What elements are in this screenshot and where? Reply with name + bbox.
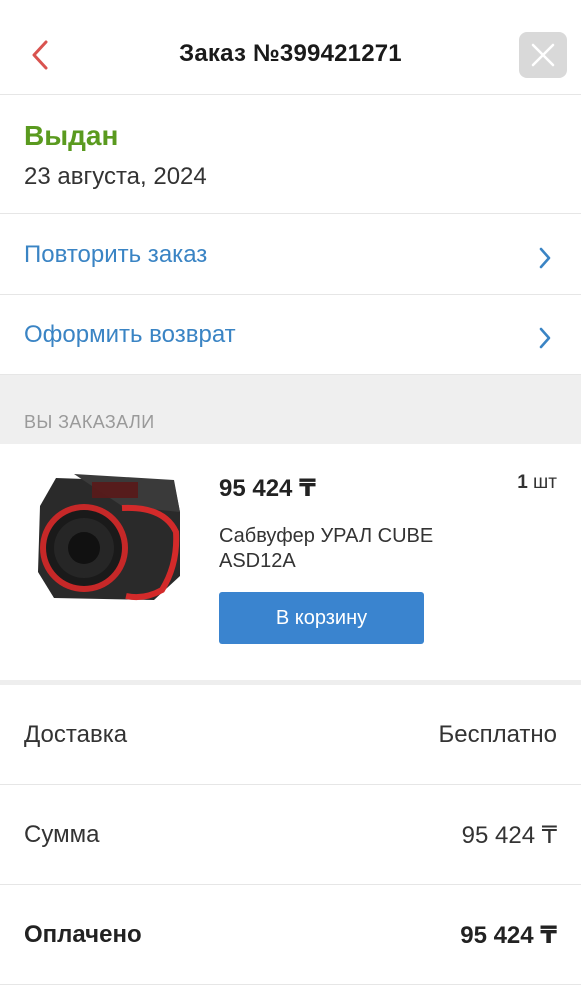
quantity-number: 1 (517, 472, 528, 493)
close-button[interactable] (519, 32, 567, 78)
product-name[interactable]: Сабвуфер УРАЛ CUBE ASD12A (219, 524, 479, 574)
section-caption: ВЫ ЗАКАЗАЛИ (24, 412, 155, 432)
top-bar: Заказ №399421271 (0, 0, 581, 95)
return-order-label: Оформить возврат (24, 321, 236, 348)
sum-row: Сумма 95 424 ₸ (0, 785, 581, 885)
status-date: 23 августа, 2024 (24, 163, 207, 190)
sum-label: Сумма (24, 821, 100, 848)
order-status: Выдан 23 августа, 2024 (0, 96, 581, 214)
page-title: Заказ №399421271 (179, 40, 402, 67)
chevron-right-icon (539, 247, 551, 269)
return-order-row[interactable]: Оформить возврат (0, 295, 581, 375)
subwoofer-image[interactable] (34, 472, 184, 604)
paid-value: 95 424 ₸ (460, 922, 557, 949)
product-card: 95 424 ₸ 1 шт Сабвуфер УРАЛ CUBE ASD12A … (0, 444, 581, 680)
repeat-order-label: Повторить заказ (24, 241, 208, 268)
ordered-section-header: ВЫ ЗАКАЗАЛИ (0, 375, 581, 444)
delivery-row: Доставка Бесплатно (0, 685, 581, 785)
delivery-label: Доставка (24, 721, 128, 748)
add-to-cart-button[interactable]: В корзину (219, 592, 424, 644)
product-quantity: 1 шт (517, 472, 557, 494)
chevron-right-icon (539, 327, 551, 349)
quantity-unit: шт (533, 472, 557, 493)
paid-label: Оплачено (24, 921, 142, 948)
sum-value: 95 424 ₸ (461, 822, 557, 849)
product-price: 95 424 ₸ (219, 475, 316, 502)
paid-row: Оплачено 95 424 ₸ (0, 885, 581, 985)
delivery-value: Бесплатно (438, 721, 557, 748)
status-label: Выдан (24, 120, 119, 151)
repeat-order-row[interactable]: Повторить заказ (0, 215, 581, 295)
close-icon (531, 43, 555, 67)
